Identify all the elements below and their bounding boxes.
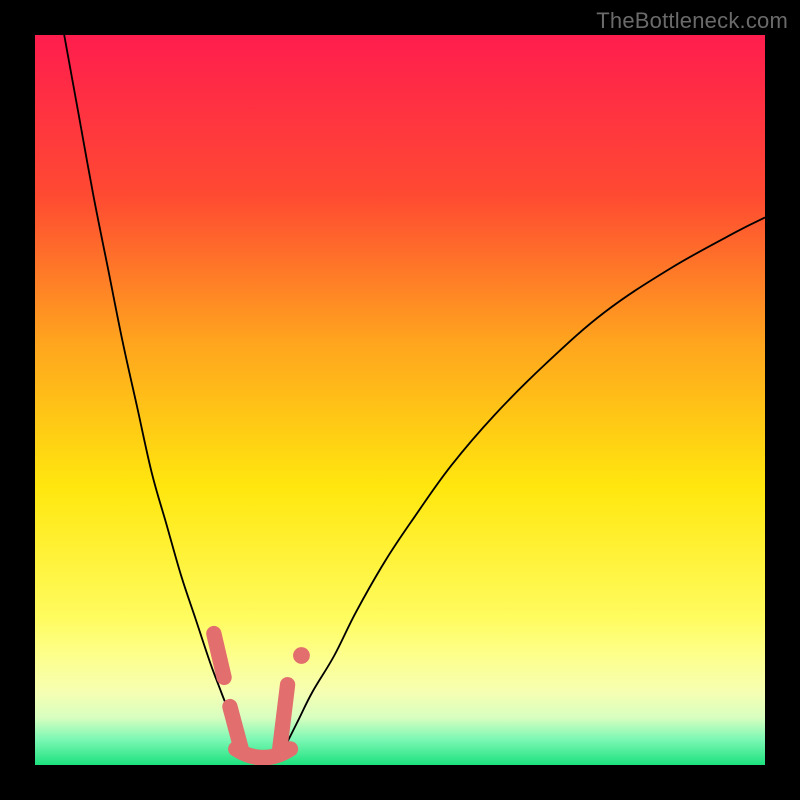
right-curve (283, 218, 765, 751)
right-segment-markers (280, 647, 310, 750)
watermark-text: TheBottleneck.com (596, 8, 788, 34)
plot-area (35, 35, 765, 765)
left-segment-markers (214, 634, 242, 751)
chart-frame: TheBottleneck.com (0, 0, 800, 800)
curves-layer (35, 35, 765, 765)
